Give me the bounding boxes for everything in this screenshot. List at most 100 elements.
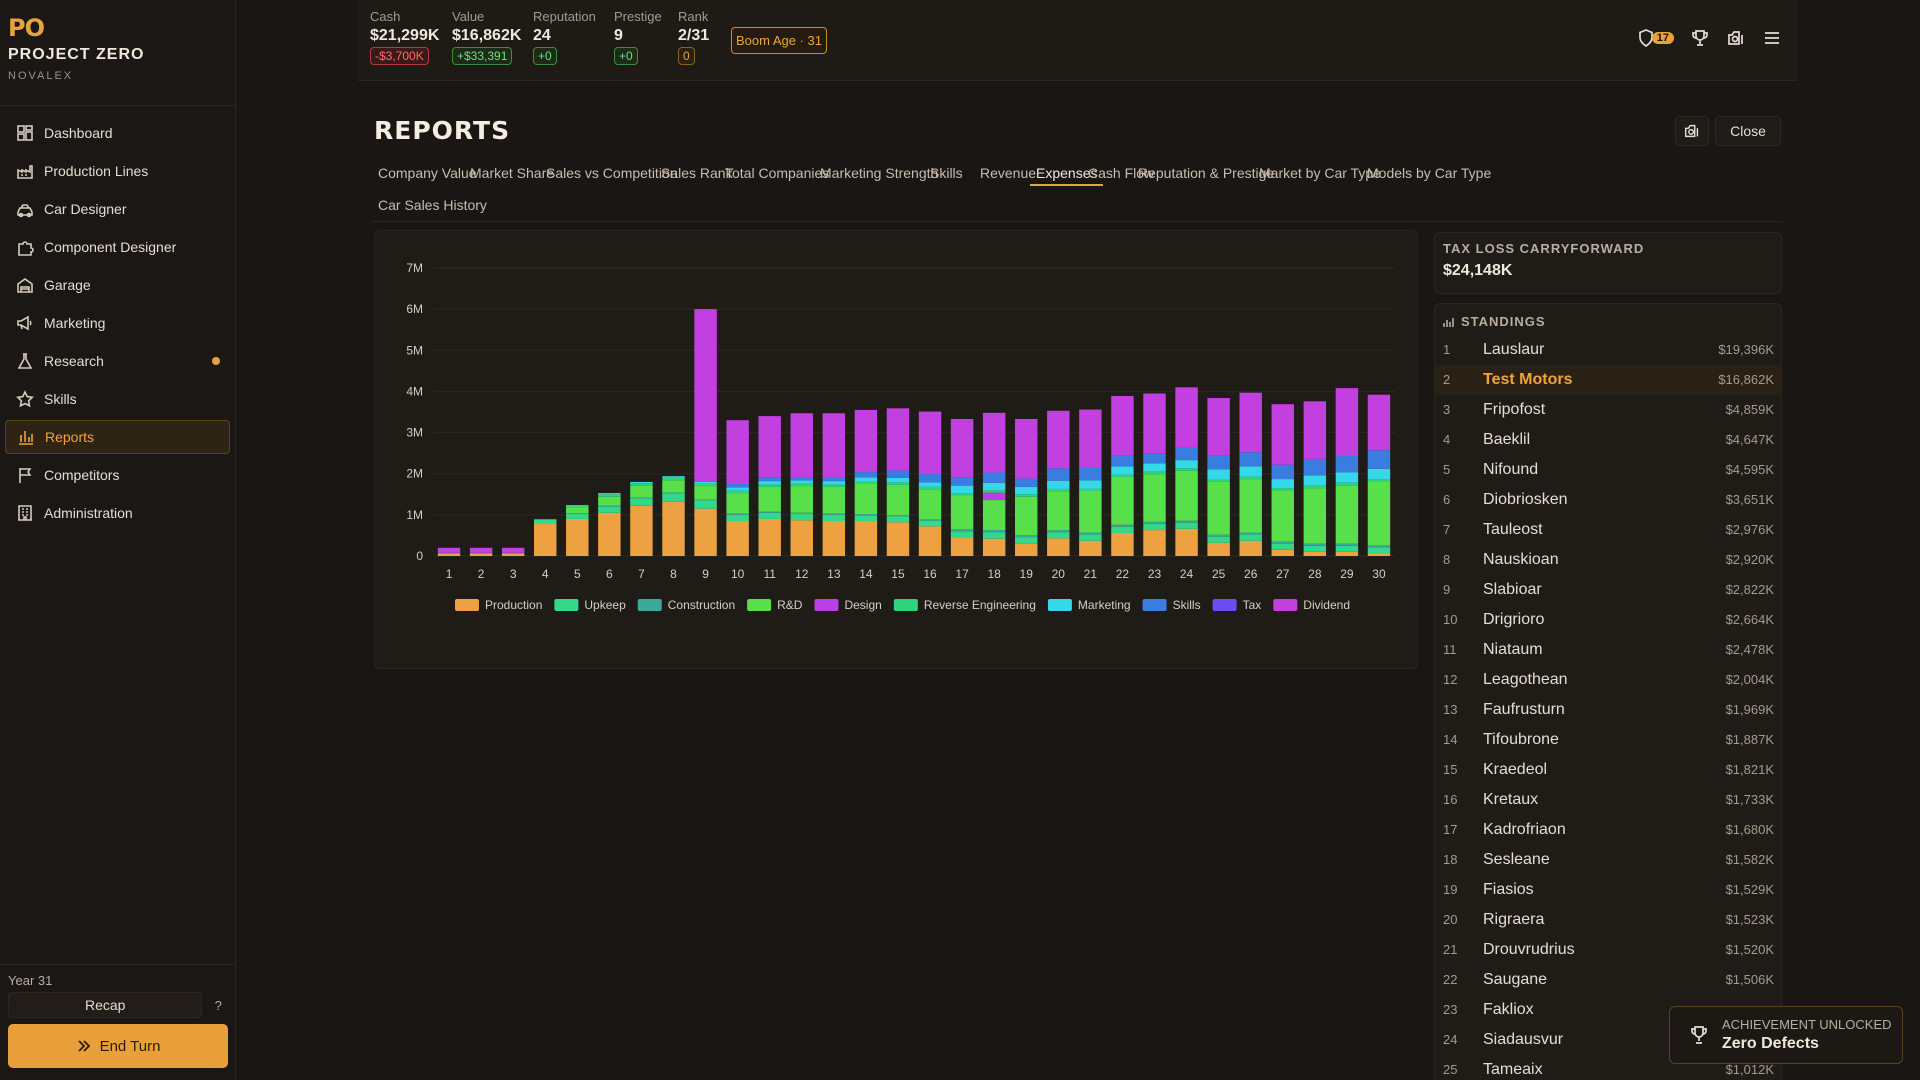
standings-row[interactable]: 5 Nifound $4,595K (1435, 455, 1781, 485)
sidebar-item-production-lines[interactable]: Production Lines (5, 154, 230, 188)
trophy-icon[interactable] (1690, 28, 1710, 48)
x-tick-label: 10 (731, 567, 745, 581)
bar-segment-marketing (950, 485, 974, 494)
bar-segment-production (694, 508, 717, 556)
standings-row[interactable]: 6 Diobriosken $3,651K (1435, 485, 1781, 515)
stat-prestige-value: 9 (614, 27, 623, 44)
legend-label: R&D (777, 598, 803, 612)
bar-segment-dividend (1143, 393, 1166, 454)
menu-icon[interactable] (1762, 28, 1782, 48)
x-tick-label: 5 (574, 567, 581, 581)
bar-segment-construction (726, 513, 749, 515)
standings-company: Sesleane (1483, 851, 1550, 868)
bar-segment-reverse-engineering (598, 494, 621, 497)
standings-row[interactable]: 14 Tifoubrone $1,887K (1435, 725, 1781, 755)
standings-row[interactable]: 16 Kretaux $1,733K (1435, 785, 1781, 815)
sidebar-item-garage[interactable]: Garage (5, 268, 230, 302)
standings-row[interactable]: 4 Baeklil $4,647K (1435, 425, 1781, 455)
year-label: Year 31 (8, 973, 53, 988)
standings-list: 1 Lauslaur $19,396K 2 Test Motors $16,862K 3 Fr… (1435, 335, 1781, 1080)
bar-segment-reverse-engineering (886, 482, 910, 485)
standings-row[interactable]: 1 Lauslaur $19,396K (1435, 335, 1781, 365)
sidebar-item-label: Production Lines (44, 163, 149, 179)
standings-row[interactable]: 17 Kadrofriaon $1,680K (1435, 815, 1781, 845)
sidebar-item-dashboard[interactable]: Dashboard (5, 116, 230, 150)
sidebar-item-label: Skills (44, 391, 77, 407)
standings-row[interactable]: 22 Saugane $1,506K (1435, 965, 1781, 995)
bar-segment-skills (822, 477, 846, 482)
bar-segment-production (982, 538, 1006, 556)
bar-segment-upkeep (566, 514, 589, 519)
notification-count: 17 (1651, 32, 1674, 44)
sidebar-item-label: Car Designer (44, 201, 127, 217)
bar-segment-dividend (790, 413, 813, 478)
bar-segment-construction (630, 497, 653, 499)
tab-car-sales-history[interactable]: Car Sales History (372, 192, 493, 218)
stat-value: Value $16,862K +$33,391 (452, 9, 521, 65)
help-button[interactable]: ? (208, 998, 228, 1013)
bar-segment-construction (1335, 543, 1359, 546)
standings-row[interactable]: 11 Niataum $2,478K (1435, 635, 1781, 665)
sidebar-item-marketing[interactable]: Marketing (5, 306, 230, 340)
x-tick-label: 25 (1212, 567, 1226, 581)
standings-row[interactable]: 10 Drigrioro $2,664K (1435, 605, 1781, 635)
notifications-button[interactable]: 17 (1636, 28, 1674, 48)
bar-segment-skills (1367, 450, 1391, 469)
end-turn-button[interactable]: End Turn (8, 1024, 228, 1068)
bar-segment-skills (1335, 456, 1359, 473)
standings-row[interactable]: 18 Sesleane $1,582K (1435, 845, 1781, 875)
standings-row[interactable]: 20 Rigraera $1,523K (1435, 905, 1781, 935)
standings-row[interactable]: 9 Slabioar $2,822K (1435, 575, 1781, 605)
recap-button[interactable]: Recap (8, 992, 203, 1018)
sidebar-item-reports[interactable]: Reports (5, 420, 230, 454)
standings-value: $2,004K (1725, 672, 1774, 687)
report-tabs: Company Value Market Share Sales vs Compet… (372, 158, 1782, 222)
achievement-toast[interactable]: ACHIEVEMENT UNLOCKED Zero Defects (1669, 1006, 1903, 1064)
sidebar-item-competitors[interactable]: Competitors (5, 458, 230, 492)
bar-segment-construction (950, 529, 974, 532)
standings-row[interactable]: 3 Fripofost $4,859K (1435, 395, 1781, 425)
expenses-chart: 01M2M3M4M5M6M7M1 2 3 4 5 6 7 8 9 10 11 12 13 14 15 16 17… (406, 261, 1395, 612)
standings-row[interactable]: 7 Tauleost $2,976K (1435, 515, 1781, 545)
bar-segment-production (758, 518, 781, 556)
tab-skills[interactable]: Skills (924, 160, 969, 186)
close-button[interactable]: Close (1715, 116, 1781, 146)
boom-age-badge[interactable]: Boom Age · 31 (731, 27, 827, 54)
standings-row[interactable]: 12 Leagothean $2,004K (1435, 665, 1781, 695)
sidebar-item-research[interactable]: Research (5, 344, 230, 378)
standings-row[interactable]: 21 Drouvrudrius $1,520K (1435, 935, 1781, 965)
standings-value: $2,664K (1725, 612, 1774, 627)
sidebar-item-car-designer[interactable]: Car Designer (5, 192, 230, 226)
sidebar-item-skills[interactable]: Skills (5, 382, 230, 416)
bar-segment-production (790, 520, 813, 556)
bar-segment-production (1303, 551, 1327, 556)
standings-value: $2,920K (1725, 552, 1774, 567)
bar-segment-marketing (694, 481, 717, 484)
legend-swatch (1047, 599, 1072, 611)
bar-segment-construction (1367, 545, 1391, 548)
standings-row[interactable]: 2 Test Motors $16,862K (1435, 365, 1781, 395)
bar-segment-reverse-engineering (854, 481, 878, 484)
screenshot-icon[interactable] (1726, 28, 1746, 48)
sidebar-item-component-designer[interactable]: Component Designer (5, 230, 230, 264)
legend-swatch (747, 599, 772, 611)
bar-segment-r-d (662, 480, 685, 493)
x-tick-label: 2 (478, 567, 485, 581)
expenses-chart-panel: 0 1M 2M 3M 4M 5M 6M 7M 1 2 3 4 5 6 7 8 9 10 11 12 13 14 15 16 17… (374, 230, 1418, 669)
standings-row[interactable]: 19 Fiasios $1,529K (1435, 875, 1781, 905)
legend-label: Upkeep (584, 598, 626, 612)
standings-row[interactable]: 8 Nauskioan $2,920K (1435, 545, 1781, 575)
x-tick-label: 13 (827, 567, 841, 581)
y-tick-label: 2M (406, 467, 423, 481)
screenshot-button[interactable] (1675, 116, 1709, 146)
bar-segment-construction (1079, 532, 1102, 535)
standings-row[interactable]: 13 Faufrusturn $1,969K (1435, 695, 1781, 725)
stats-bar: Cash $21,299K -$3,700K Value $16,862K +$… (358, 0, 1798, 81)
bar-segment-construction (822, 513, 846, 515)
legend-label: Dividend (1303, 598, 1350, 612)
tab-models-by-car-type[interactable]: Models by Car Type (1361, 160, 1497, 186)
y-tick-label: 0 (416, 549, 423, 563)
bar-segment-production (662, 501, 685, 556)
standings-row[interactable]: 15 Kraedeol $1,821K (1435, 755, 1781, 785)
sidebar-item-administration[interactable]: Administration (5, 496, 230, 530)
